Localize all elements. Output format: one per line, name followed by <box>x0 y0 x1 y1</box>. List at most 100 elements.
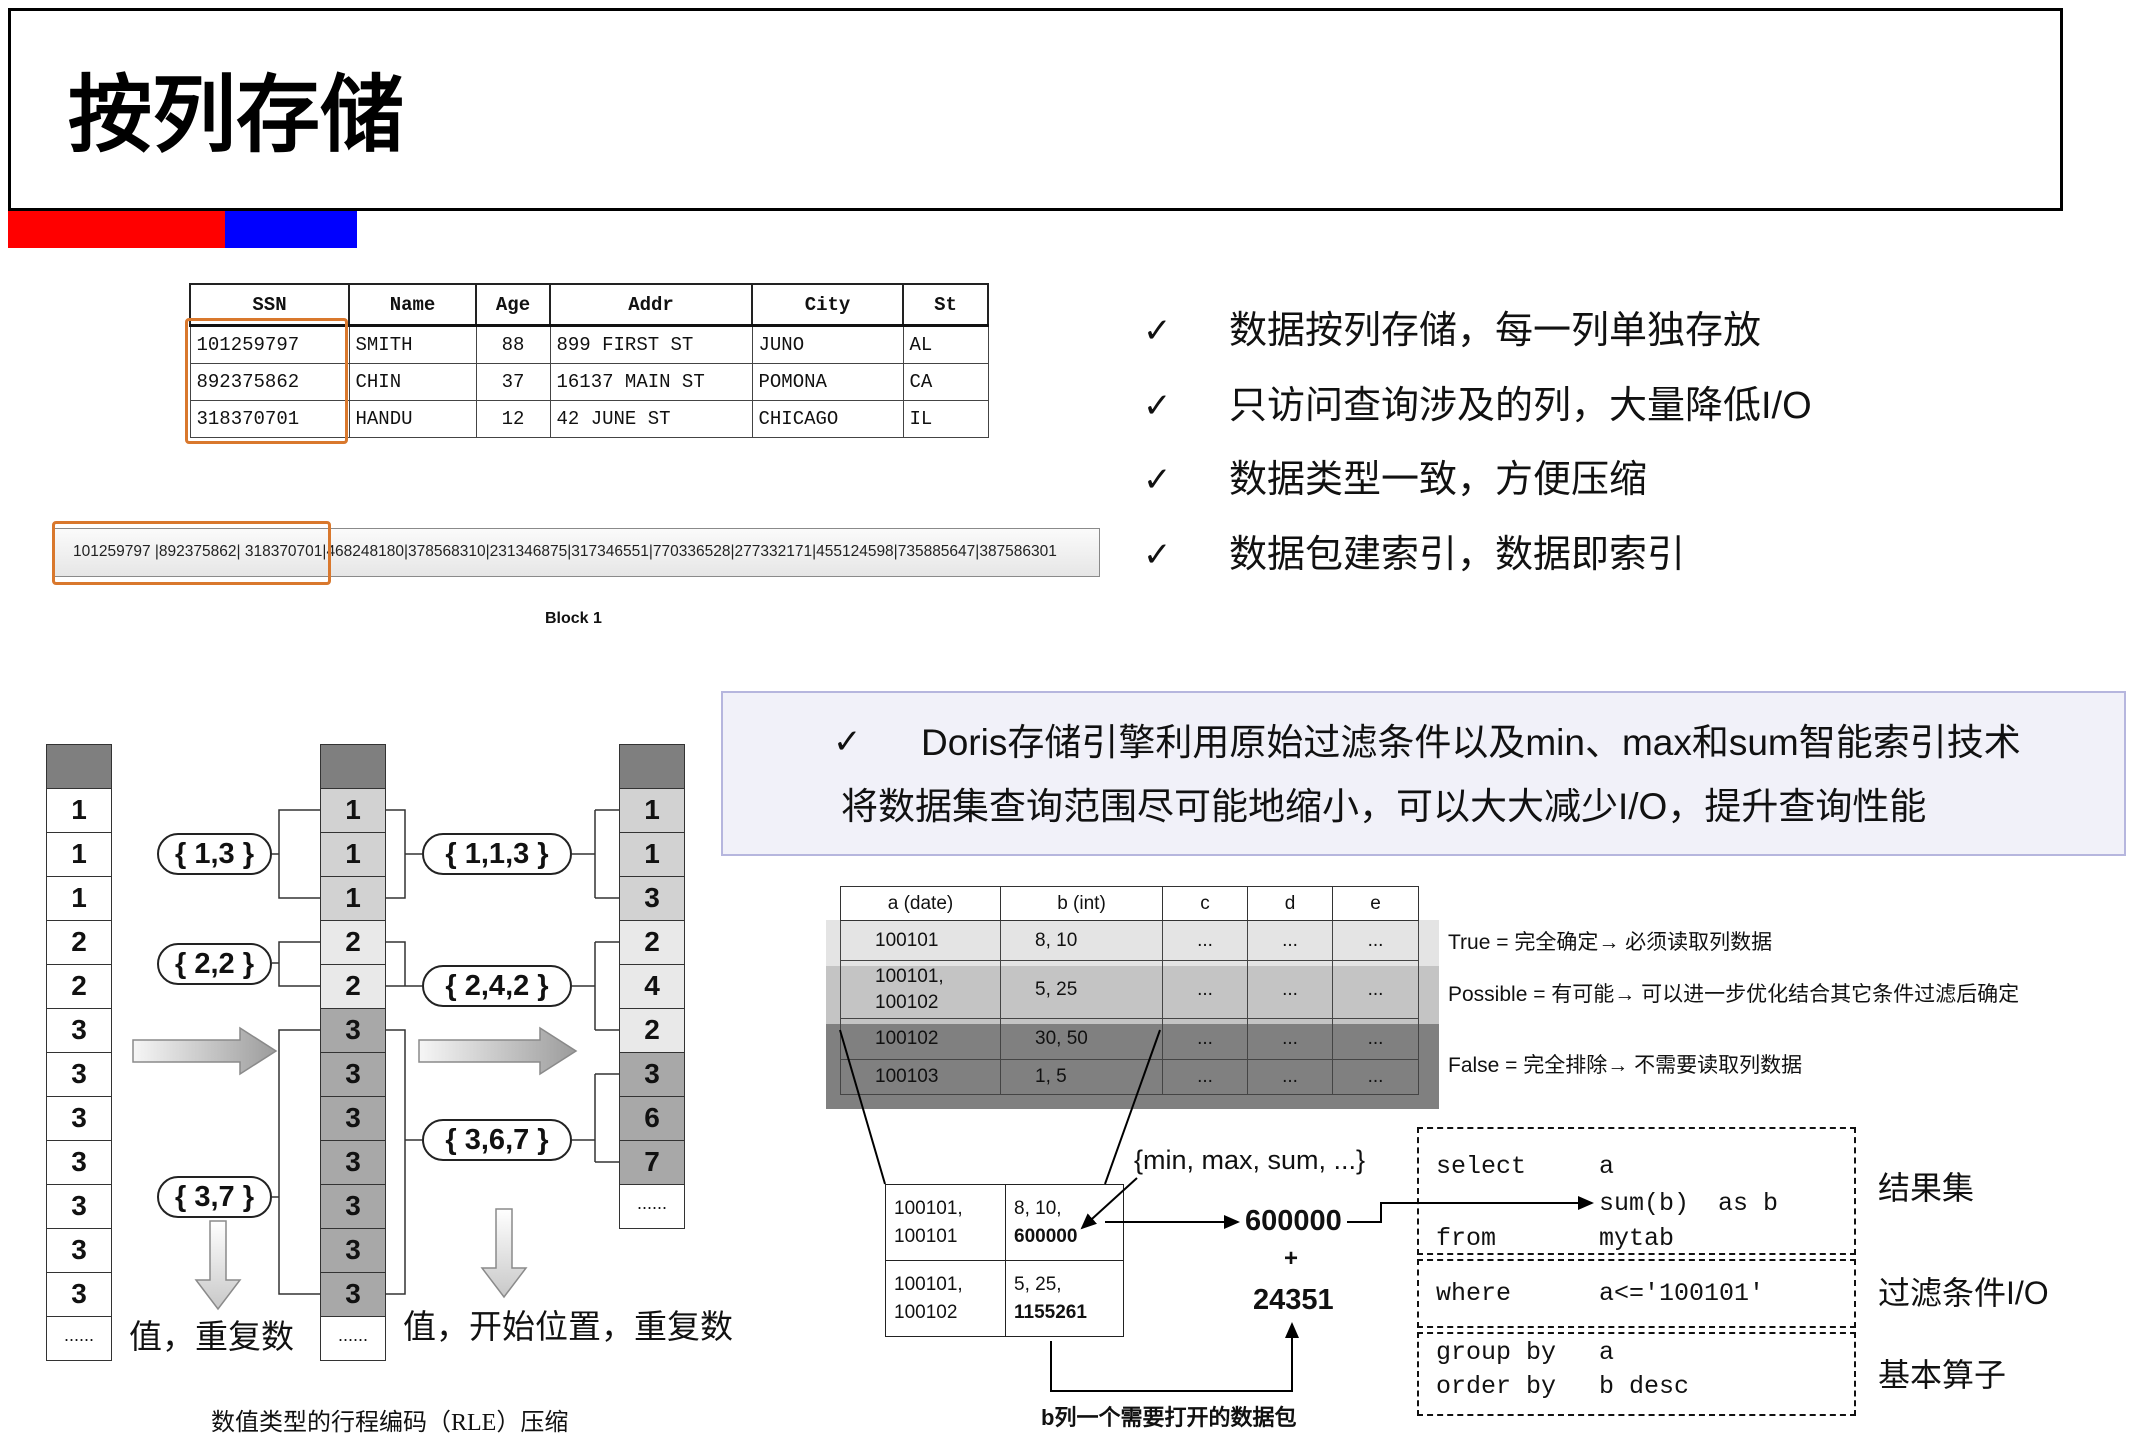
zone-map-cell: ... <box>1162 920 1248 961</box>
zone-map-cell: ... <box>1247 920 1333 961</box>
zone-map-cell: 5, 25 <box>1000 960 1163 1019</box>
rle-pair-label: { 3,7 } <box>157 1176 272 1218</box>
zone-map-header-cell: e <box>1332 886 1419 921</box>
bullet-text: 数据按列存储，每一列单独存放 <box>1229 310 1762 352</box>
rle-pair-label: { 2,2 } <box>157 943 272 985</box>
rle-original-cell: 3 <box>46 1008 112 1053</box>
legend-true: True = 完全确定→ 必须读取列数据 <box>1448 931 1773 954</box>
plus-sign: + <box>1284 1245 1299 1272</box>
legend-possible: Possible = 有可能→ 可以进一步优化结合其它条件过滤后确定 <box>1448 983 2020 1006</box>
rle-original-header <box>46 744 112 789</box>
data-pack-line: 100101 <box>894 1225 958 1247</box>
row-table-header-cell: Name <box>348 283 477 327</box>
zone-map-cell: ... <box>1247 960 1333 1019</box>
zone-map-cell: ... <box>1332 920 1419 961</box>
rle-sorted-cell: 3 <box>320 1140 386 1185</box>
data-pack-table: 100101, 100101 8, 10, 600000 100101, 100102 5,… <box>885 1184 1124 1337</box>
block-highlight <box>52 521 331 585</box>
accent-bar-red <box>8 211 225 248</box>
table-row: 100101, 100102 5, 25, 1155261 <box>885 1260 1124 1337</box>
data-pack-line: 600000 <box>1014 1225 1078 1247</box>
row-table-cell: AL <box>902 325 989 364</box>
row-table-cell: 899 FIRST ST <box>549 325 753 364</box>
rle-encoded-cell: 7 <box>619 1140 685 1185</box>
note-line-2: 将数据集查询范围尽可能地缩小，可以大大减少I/O，提升查询性能 <box>841 786 1927 827</box>
data-pack-caption: b列一个需要打开的数据包 <box>1041 1405 1297 1430</box>
bullet-text: 只访问查询涉及的列，大量降低I/O <box>1229 385 1812 427</box>
rle-original-cell: 3 <box>46 1052 112 1097</box>
rle-sorted-cell: 1 <box>320 832 386 877</box>
rle-original-cell: 3 <box>46 1184 112 1229</box>
rle-sorted-cell: ...... <box>320 1316 386 1361</box>
rle-encoded-header <box>619 744 685 789</box>
rle-sorted-cell: 3 <box>320 1052 386 1097</box>
row-table-cell: 37 <box>475 363 551 401</box>
bullet-text: 数据包建索引，数据即索引 <box>1229 534 1686 576</box>
block-label: Block 1 <box>545 610 602 627</box>
zone-map-cell: 100103 <box>840 1059 1001 1095</box>
zone-map-cell: 30, 50 <box>1000 1018 1163 1060</box>
sql-aggregate: sum(b) <box>1599 1189 1690 1218</box>
zone-map-header-cell: a (date) <box>840 886 1001 921</box>
data-pack-line: 8, 10, <box>1014 1197 1062 1219</box>
zone-map-header-cell: b (int) <box>1000 886 1163 921</box>
rle-triple-caption: 值，开始位置，重复数 <box>403 1308 733 1345</box>
zone-map-cell: ... <box>1162 1018 1248 1060</box>
rle-arrow-down-icon <box>480 1208 528 1299</box>
zone-map-cell: ... <box>1332 960 1419 1019</box>
note-line-1: Doris存储引擎利用原始过滤条件以及min、max和sum智能索引技术 <box>921 722 2021 763</box>
data-pack-line: 100101, <box>894 1273 963 1295</box>
table-row: 100102 30, 50......... <box>840 1018 1419 1060</box>
data-pack-cell: 100101, 100101 <box>885 1184 1006 1261</box>
zone-map-cell: 100101, 100102 <box>840 960 1001 1019</box>
rle-bracket-mid <box>385 1029 422 1295</box>
zone-map-header-cell: d <box>1247 886 1333 921</box>
sql-where-keyword: where <box>1436 1279 1512 1308</box>
check-icon: ✓ <box>833 722 862 762</box>
zone-map-body: 100101 8, 10......... 100101, 100102 5, 25.… <box>840 920 1419 1095</box>
data-pack-cell: 8, 10, 600000 <box>1005 1184 1124 1261</box>
sql-alias: as b <box>1718 1189 1779 1218</box>
row-table-cell: IL <box>902 400 989 438</box>
rle-figure-caption: 数值类型的行程编码（RLE）压缩 <box>211 1410 569 1436</box>
rle-original-cell: 1 <box>46 832 112 877</box>
sql-table-name: mytab <box>1599 1224 1675 1253</box>
rle-pair-caption: 值，重复数 <box>129 1318 294 1355</box>
row-table-cell: CHICAGO <box>751 400 904 438</box>
check-icon: ✓ <box>1143 535 1172 575</box>
rle-encoded-cell: 3 <box>619 876 685 921</box>
legend-false: False = 完全排除→ 不需要读取列数据 <box>1448 1054 1803 1077</box>
sum-value-first: 600000 <box>1245 1205 1342 1237</box>
row-table-cell: 12 <box>475 400 551 438</box>
zone-map-cell: ... <box>1162 960 1248 1019</box>
data-pack-cell: 100101, 100102 <box>885 1260 1006 1337</box>
sum-value-second: 24351 <box>1253 1284 1334 1316</box>
sql-group-column: a <box>1599 1338 1615 1367</box>
zone-map-table: a (date) b (int) c d e 100101 8, 10......... 10… <box>840 886 1419 1095</box>
rle-bracket-left <box>272 941 320 987</box>
rle-bracket-left <box>272 809 320 899</box>
sql-group-keyword: group by <box>1436 1338 1557 1367</box>
rle-sorted-cell: 3 <box>320 1008 386 1053</box>
table-row: 100101 8, 10......... <box>840 920 1419 961</box>
label-result-set: 结果集 <box>1878 1170 1975 1206</box>
zone-map-cell: ... <box>1247 1059 1333 1095</box>
rle-original-cell: 2 <box>46 920 112 965</box>
rle-bracket-right <box>572 1073 619 1163</box>
rle-arrow-down-icon <box>194 1220 242 1311</box>
ssn-column-highlight <box>185 318 348 444</box>
zone-map-header-cell: c <box>1162 886 1248 921</box>
rle-original-cell: 3 <box>46 1140 112 1185</box>
row-table-cell: 88 <box>475 325 551 364</box>
zone-map-cell: ... <box>1247 1018 1333 1060</box>
rle-bracket-left <box>272 1029 320 1295</box>
rle-original-cell: 3 <box>46 1272 112 1317</box>
rle-original-cell: 3 <box>46 1228 112 1273</box>
data-pack-line: 1155261 <box>1014 1301 1087 1323</box>
sql-order-keyword: order by <box>1436 1372 1557 1401</box>
zone-map-header-row: a (date) b (int) c d e <box>840 886 1419 921</box>
zone-map-cell: ... <box>1162 1059 1248 1095</box>
table-row: 100101, 100102 5, 25......... <box>840 960 1419 1019</box>
row-table-cell: JUNO <box>751 325 904 364</box>
sql-select-column: a <box>1599 1152 1615 1181</box>
